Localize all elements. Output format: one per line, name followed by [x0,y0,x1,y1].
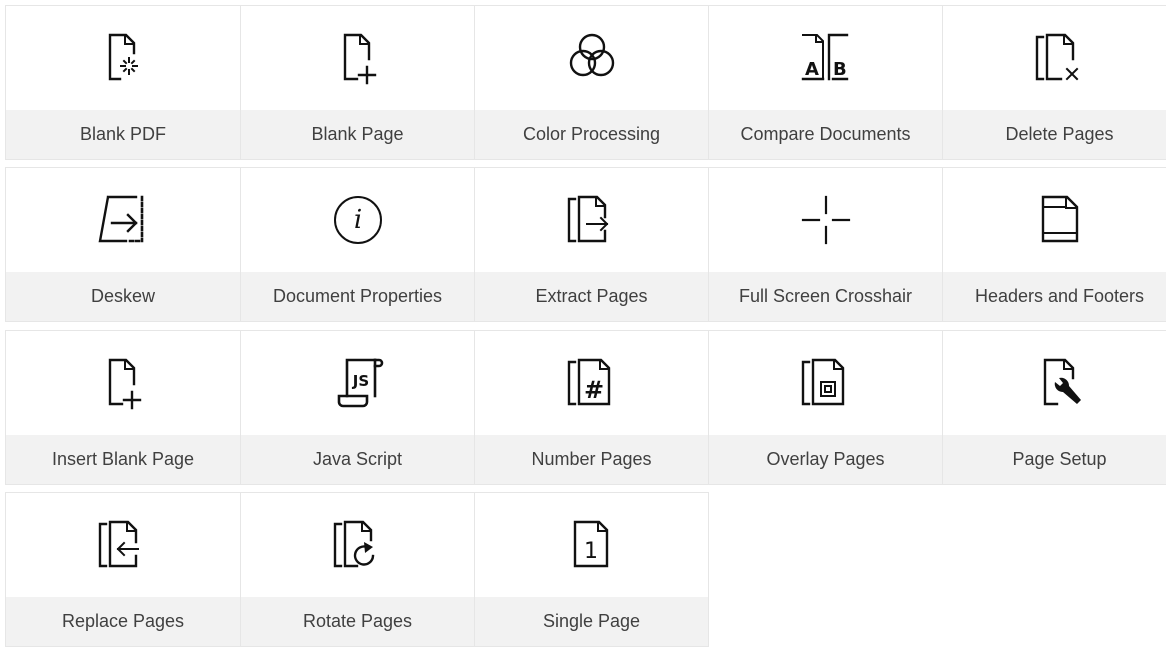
compare-b-text: B [833,59,847,80]
info-text: i [353,205,361,235]
tool-label: Extract Pages [475,272,708,321]
tool-label: Page Setup [943,435,1166,484]
replace-pages-icon [98,520,139,567]
tool-label: Document Properties [241,272,474,321]
insert-blank-page-icon [108,358,142,409]
tool-tile-replace-pages[interactable]: Replace Pages [5,492,241,647]
tool-label: Blank Page [241,110,474,159]
tool-label: Delete Pages [943,110,1166,159]
tool-tile-full-screen-crosshair[interactable]: Full Screen Crosshair [708,167,943,322]
tool-label: Overlay Pages [709,435,942,484]
single-text: 1 [584,539,598,564]
blank-page-icon [343,33,376,84]
tool-tile-headers-and-footers[interactable]: Headers and Footers [942,167,1166,322]
rotate-pages-icon [333,520,374,567]
tool-label: Color Processing [475,110,708,159]
tool-tile-number-pages[interactable]: # Number Pages [474,330,709,485]
tool-label: Java Script [241,435,474,484]
tool-tile-document-properties[interactable]: i Document Properties [240,167,475,322]
compare-a-text: A [805,59,819,80]
javascript-icon: JS [337,358,383,407]
color-processing-icon [569,33,614,76]
document-properties-icon: i [333,195,382,244]
tool-label: Compare Documents [709,110,942,159]
tool-label: Blank PDF [6,110,240,159]
tool-label: Insert Blank Page [6,435,240,484]
tool-tile-page-setup[interactable]: Page Setup [942,330,1166,485]
delete-pages-icon [1035,33,1078,80]
crosshair-icon [801,195,850,244]
tool-label: Deskew [6,272,240,321]
compare-documents-icon: A B [801,33,848,80]
js-text: JS [351,372,368,390]
tool-tile-blank-page[interactable]: Blank Page [240,5,475,160]
tool-tile-overlay-pages[interactable]: Overlay Pages [708,330,943,485]
hash-text: # [583,376,603,404]
tool-tile-extract-pages[interactable]: Extract Pages [474,167,709,322]
tool-tile-delete-pages[interactable]: Delete Pages [942,5,1166,160]
tool-label: Replace Pages [6,597,240,646]
tool-label: Number Pages [475,435,708,484]
tool-label: Single Page [475,597,708,646]
tool-tile-insert-blank-page[interactable]: Insert Blank Page [5,330,241,485]
page-setup-icon [1043,358,1081,405]
blank-pdf-icon [108,33,138,80]
deskew-icon [98,195,144,242]
tool-label: Rotate Pages [241,597,474,646]
tool-label: Headers and Footers [943,272,1166,321]
tool-tile-blank-pdf[interactable]: Blank PDF [5,5,241,160]
tool-label: Full Screen Crosshair [709,272,942,321]
headers-footers-icon [1041,195,1078,242]
tool-tile-compare-documents[interactable]: A B Compare Documents [708,5,943,160]
extract-pages-icon [567,195,608,242]
tool-tile-java-script[interactable]: JS Java Script [240,330,475,485]
tool-tile-deskew[interactable]: Deskew [5,167,241,322]
single-page-icon: 1 [573,520,608,567]
tool-tile-color-processing[interactable]: Color Processing [474,5,709,160]
number-pages-icon: # [567,358,610,405]
overlay-pages-icon [801,358,844,405]
tool-tile-rotate-pages[interactable]: Rotate Pages [240,492,475,647]
tool-tile-single-page[interactable]: 1 Single Page [474,492,709,647]
